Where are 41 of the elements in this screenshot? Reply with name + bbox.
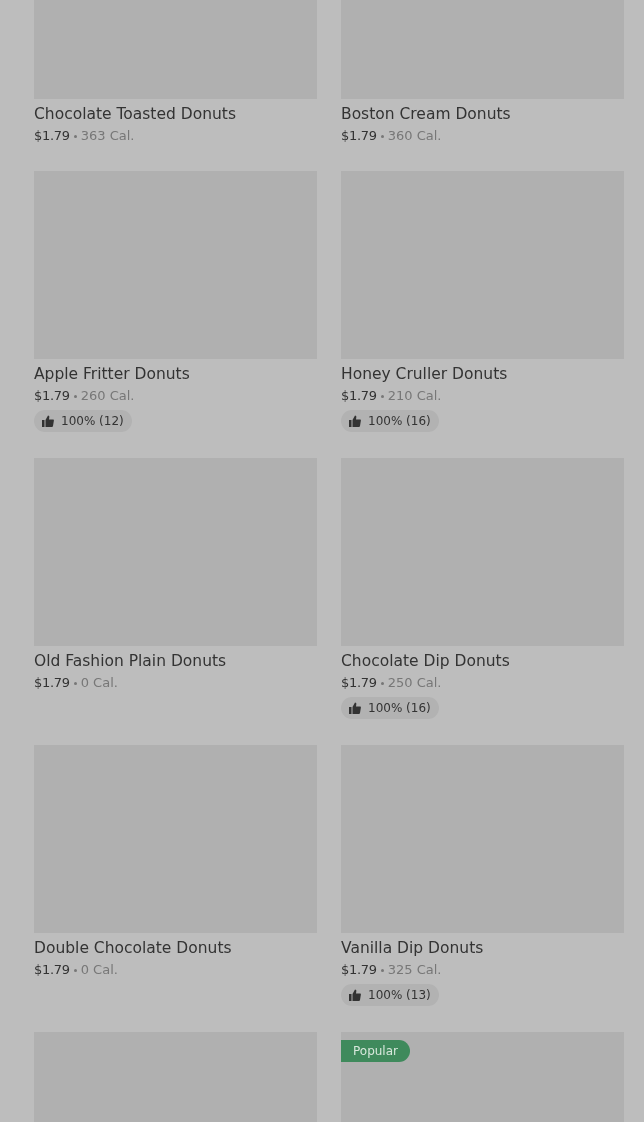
- item-calories: 0 Cal.: [80, 674, 118, 692]
- item-name[interactable]: Apple Fritter Donuts: [34, 364, 317, 384]
- item-price: $1.79: [341, 127, 377, 145]
- separator-dot: [380, 394, 384, 398]
- item-price: $1.79: [341, 674, 377, 692]
- rating-badge: 100% (12): [34, 410, 132, 432]
- item-calories: 260 Cal.: [80, 387, 135, 405]
- rating-badge: 100% (13): [341, 984, 439, 1006]
- separator-dot: [380, 968, 384, 972]
- item-name[interactable]: Honey Cruller Donuts: [341, 364, 624, 384]
- item-price: $1.79: [34, 961, 70, 979]
- item-name[interactable]: Chocolate Toasted Donuts: [34, 104, 317, 124]
- item-price: $1.79: [34, 674, 70, 692]
- item-calories: 363 Cal.: [80, 127, 135, 145]
- item-name[interactable]: Boston Cream Donuts: [341, 104, 624, 124]
- separator-dot: [380, 681, 384, 685]
- item-calories: 250 Cal.: [387, 674, 442, 692]
- item-price: $1.79: [34, 127, 70, 145]
- rating-badge: 100% (16): [341, 410, 439, 432]
- thumbs-up-icon: [349, 415, 361, 427]
- thumbs-up-icon: [349, 989, 361, 1001]
- item-calories: 210 Cal.: [387, 387, 442, 405]
- item-name[interactable]: Vanilla Dip Donuts: [341, 938, 624, 958]
- item-calories: 325 Cal.: [387, 961, 442, 979]
- separator-dot: [380, 134, 384, 138]
- separator-dot: [73, 394, 77, 398]
- item-price: $1.79: [34, 387, 70, 405]
- item-calories: 0 Cal.: [80, 961, 118, 979]
- separator-dot: [73, 134, 77, 138]
- thumbs-up-icon: [42, 415, 54, 427]
- item-name[interactable]: Old Fashion Plain Donuts: [34, 651, 317, 671]
- item-name[interactable]: Double Chocolate Donuts: [34, 938, 317, 958]
- item-name[interactable]: Chocolate Dip Donuts: [341, 651, 624, 671]
- popular-tag: Popular: [341, 1040, 410, 1062]
- item-price: $1.79: [341, 387, 377, 405]
- item-calories: 360 Cal.: [387, 127, 442, 145]
- separator-dot: [73, 968, 77, 972]
- rating-badge: 100% (16): [341, 697, 439, 719]
- separator-dot: [73, 681, 77, 685]
- item-price: $1.79: [341, 961, 377, 979]
- thumbs-up-icon: [349, 702, 361, 714]
